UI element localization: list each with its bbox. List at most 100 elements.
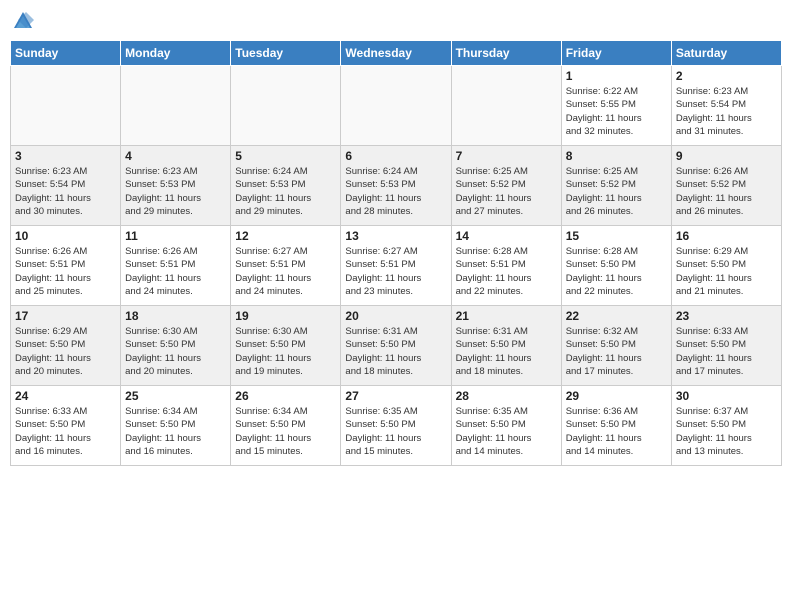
day-number: 29	[566, 389, 667, 403]
day-info: Sunrise: 6:29 AMSunset: 5:50 PMDaylight:…	[15, 325, 116, 378]
day-info: Sunrise: 6:30 AMSunset: 5:50 PMDaylight:…	[125, 325, 226, 378]
calendar-cell	[121, 66, 231, 146]
calendar-cell: 27 Sunrise: 6:35 AMSunset: 5:50 PMDayligh…	[341, 386, 451, 466]
logo-icon	[12, 10, 34, 32]
day-info: Sunrise: 6:23 AMSunset: 5:54 PMDaylight:…	[15, 165, 116, 218]
calendar-cell	[231, 66, 341, 146]
day-number: 2	[676, 69, 777, 83]
calendar-cell: 20 Sunrise: 6:31 AMSunset: 5:50 PMDayligh…	[341, 306, 451, 386]
day-number: 22	[566, 309, 667, 323]
day-info: Sunrise: 6:24 AMSunset: 5:53 PMDaylight:…	[345, 165, 446, 218]
calendar-cell	[451, 66, 561, 146]
calendar-header-monday: Monday	[121, 41, 231, 66]
day-number: 25	[125, 389, 226, 403]
day-number: 6	[345, 149, 446, 163]
calendar-week-3: 10 Sunrise: 6:26 AMSunset: 5:51 PMDayligh…	[11, 226, 782, 306]
calendar-week-2: 3Sunrise: 6:23 AMSunset: 5:54 PMDaylight…	[11, 146, 782, 226]
calendar-week-4: 17 Sunrise: 6:29 AMSunset: 5:50 PMDayligh…	[11, 306, 782, 386]
calendar-cell: 16 Sunrise: 6:29 AMSunset: 5:50 PMDayligh…	[671, 226, 781, 306]
day-info: Sunrise: 6:37 AMSunset: 5:50 PMDaylight:…	[676, 405, 777, 458]
calendar-header-sunday: Sunday	[11, 41, 121, 66]
day-number: 12	[235, 229, 336, 243]
calendar-cell: 7Sunrise: 6:25 AMSunset: 5:52 PMDaylight…	[451, 146, 561, 226]
day-info: Sunrise: 6:27 AMSunset: 5:51 PMDaylight:…	[345, 245, 446, 298]
day-info: Sunrise: 6:26 AMSunset: 5:51 PMDaylight:…	[15, 245, 116, 298]
calendar-cell: 10 Sunrise: 6:26 AMSunset: 5:51 PMDayligh…	[11, 226, 121, 306]
calendar-header-row: SundayMondayTuesdayWednesdayThursdayFrid…	[11, 41, 782, 66]
day-number: 8	[566, 149, 667, 163]
calendar-cell: 23 Sunrise: 6:33 AMSunset: 5:50 PMDayligh…	[671, 306, 781, 386]
day-number: 30	[676, 389, 777, 403]
day-number: 24	[15, 389, 116, 403]
logo	[10, 10, 34, 32]
calendar-cell: 11 Sunrise: 6:26 AMSunset: 5:51 PMDayligh…	[121, 226, 231, 306]
calendar-cell: 17 Sunrise: 6:29 AMSunset: 5:50 PMDayligh…	[11, 306, 121, 386]
day-info: Sunrise: 6:30 AMSunset: 5:50 PMDaylight:…	[235, 325, 336, 378]
calendar-cell: 5Sunrise: 6:24 AMSunset: 5:53 PMDaylight…	[231, 146, 341, 226]
day-number: 14	[456, 229, 557, 243]
day-info: Sunrise: 6:23 AMSunset: 5:54 PMDaylight:…	[676, 85, 777, 138]
day-info: Sunrise: 6:32 AMSunset: 5:50 PMDaylight:…	[566, 325, 667, 378]
day-number: 10	[15, 229, 116, 243]
day-info: Sunrise: 6:29 AMSunset: 5:50 PMDaylight:…	[676, 245, 777, 298]
calendar-cell: 2 Sunrise: 6:23 AMSunset: 5:54 PMDaylight…	[671, 66, 781, 146]
day-info: Sunrise: 6:34 AMSunset: 5:50 PMDaylight:…	[125, 405, 226, 458]
day-info: Sunrise: 6:35 AMSunset: 5:50 PMDaylight:…	[345, 405, 446, 458]
calendar-cell: 13 Sunrise: 6:27 AMSunset: 5:51 PMDayligh…	[341, 226, 451, 306]
day-number: 21	[456, 309, 557, 323]
day-info: Sunrise: 6:27 AMSunset: 5:51 PMDaylight:…	[235, 245, 336, 298]
day-info: Sunrise: 6:22 AMSunset: 5:55 PMDaylight:…	[566, 85, 667, 138]
calendar-cell	[341, 66, 451, 146]
day-info: Sunrise: 6:28 AMSunset: 5:51 PMDaylight:…	[456, 245, 557, 298]
calendar-cell: 22 Sunrise: 6:32 AMSunset: 5:50 PMDayligh…	[561, 306, 671, 386]
page-header	[10, 10, 782, 32]
calendar-cell: 26 Sunrise: 6:34 AMSunset: 5:50 PMDayligh…	[231, 386, 341, 466]
calendar-week-5: 24Sunrise: 6:33 AMSunset: 5:50 PMDayligh…	[11, 386, 782, 466]
day-number: 27	[345, 389, 446, 403]
day-number: 26	[235, 389, 336, 403]
day-number: 17	[15, 309, 116, 323]
day-number: 11	[125, 229, 226, 243]
day-info: Sunrise: 6:33 AMSunset: 5:50 PMDaylight:…	[676, 325, 777, 378]
day-number: 16	[676, 229, 777, 243]
calendar-cell: 6 Sunrise: 6:24 AMSunset: 5:53 PMDaylight…	[341, 146, 451, 226]
calendar-table: SundayMondayTuesdayWednesdayThursdayFrid…	[10, 40, 782, 466]
calendar-cell: 29Sunrise: 6:36 AMSunset: 5:50 PMDayligh…	[561, 386, 671, 466]
day-number: 18	[125, 309, 226, 323]
day-info: Sunrise: 6:31 AMSunset: 5:50 PMDaylight:…	[345, 325, 446, 378]
calendar-cell: 24Sunrise: 6:33 AMSunset: 5:50 PMDayligh…	[11, 386, 121, 466]
calendar-cell: 18 Sunrise: 6:30 AMSunset: 5:50 PMDayligh…	[121, 306, 231, 386]
calendar-cell: 25 Sunrise: 6:34 AMSunset: 5:50 PMDayligh…	[121, 386, 231, 466]
calendar-cell: 21Sunrise: 6:31 AMSunset: 5:50 PMDayligh…	[451, 306, 561, 386]
calendar-header-saturday: Saturday	[671, 41, 781, 66]
day-info: Sunrise: 6:26 AMSunset: 5:52 PMDaylight:…	[676, 165, 777, 218]
day-number: 20	[345, 309, 446, 323]
calendar-header-thursday: Thursday	[451, 41, 561, 66]
calendar-header-wednesday: Wednesday	[341, 41, 451, 66]
day-number: 28	[456, 389, 557, 403]
calendar-cell: 14 Sunrise: 6:28 AMSunset: 5:51 PMDayligh…	[451, 226, 561, 306]
day-info: Sunrise: 6:25 AMSunset: 5:52 PMDaylight:…	[456, 165, 557, 218]
day-number: 13	[345, 229, 446, 243]
calendar-cell: 3Sunrise: 6:23 AMSunset: 5:54 PMDaylight…	[11, 146, 121, 226]
day-number: 1	[566, 69, 667, 83]
calendar-cell: 30 Sunrise: 6:37 AMSunset: 5:50 PMDayligh…	[671, 386, 781, 466]
calendar-cell: 12 Sunrise: 6:27 AMSunset: 5:51 PMDayligh…	[231, 226, 341, 306]
day-info: Sunrise: 6:24 AMSunset: 5:53 PMDaylight:…	[235, 165, 336, 218]
day-number: 19	[235, 309, 336, 323]
day-info: Sunrise: 6:23 AMSunset: 5:53 PMDaylight:…	[125, 165, 226, 218]
calendar-cell: 15 Sunrise: 6:28 AMSunset: 5:50 PMDayligh…	[561, 226, 671, 306]
calendar-header-friday: Friday	[561, 41, 671, 66]
day-info: Sunrise: 6:34 AMSunset: 5:50 PMDaylight:…	[235, 405, 336, 458]
calendar-cell	[11, 66, 121, 146]
calendar-cell: 8 Sunrise: 6:25 AMSunset: 5:52 PMDaylight…	[561, 146, 671, 226]
day-info: Sunrise: 6:28 AMSunset: 5:50 PMDaylight:…	[566, 245, 667, 298]
day-number: 15	[566, 229, 667, 243]
day-info: Sunrise: 6:26 AMSunset: 5:51 PMDaylight:…	[125, 245, 226, 298]
calendar-cell: 28Sunrise: 6:35 AMSunset: 5:50 PMDayligh…	[451, 386, 561, 466]
calendar-cell: 9Sunrise: 6:26 AMSunset: 5:52 PMDaylight…	[671, 146, 781, 226]
calendar-cell: 19 Sunrise: 6:30 AMSunset: 5:50 PMDayligh…	[231, 306, 341, 386]
calendar-cell: 4Sunrise: 6:23 AMSunset: 5:53 PMDaylight…	[121, 146, 231, 226]
day-info: Sunrise: 6:25 AMSunset: 5:52 PMDaylight:…	[566, 165, 667, 218]
day-number: 23	[676, 309, 777, 323]
